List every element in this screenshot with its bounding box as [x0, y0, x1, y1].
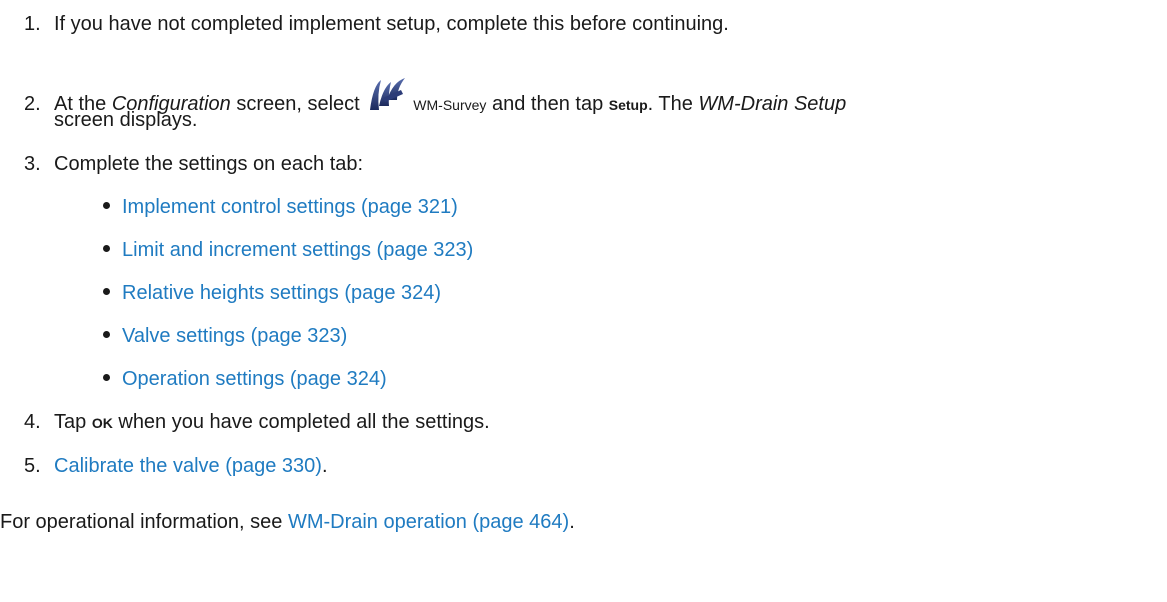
list-item: Operation settings (page 324): [103, 365, 387, 393]
wm-survey-label: WM-Survey: [413, 97, 487, 113]
bullet-dot: [103, 331, 110, 339]
step-number: 5.: [24, 455, 41, 477]
implement-control-settings-link[interactable]: Implement control settings (page 321): [122, 196, 458, 218]
step-text-mid: screen, select: [230, 93, 366, 115]
wm-drain-setup-screen-name: WM-Drain Setup: [698, 93, 847, 115]
relative-heights-settings-link[interactable]: Relative heights settings (page 324): [122, 282, 441, 304]
wm-drain-operation-link[interactable]: WM-Drain operation (page 464): [288, 511, 569, 533]
operation-settings-link[interactable]: Operation settings (page 324): [122, 368, 387, 390]
step-number: 2.: [24, 93, 41, 115]
step-3: 3. Complete the settings on each tab:: [24, 150, 363, 178]
bullet-dot: [103, 245, 110, 253]
step-number: 4.: [24, 411, 41, 433]
list-item: Implement control settings (page 321): [103, 193, 458, 221]
bullet-dot: [103, 202, 110, 210]
step-text-after: . The: [647, 93, 699, 115]
ok-button-label: OK: [91, 415, 113, 431]
step-text: If you have not completed implement setu…: [54, 13, 729, 35]
step-text-post: .: [321, 455, 328, 477]
step-number: 3.: [24, 153, 41, 175]
list-item: Limit and increment settings (page 323): [103, 236, 473, 264]
footer-text-pre: For operational information, see: [0, 511, 288, 533]
setup-button-label: Setup: [608, 97, 648, 113]
step-5: 5. Calibrate the valve (page 330).: [24, 452, 328, 480]
wm-survey-app-icon: [367, 76, 409, 116]
step-4: 4. Tap OK when you have completed all the…: [24, 408, 490, 437]
bullet-dot: [103, 374, 110, 382]
calibrate-valve-link[interactable]: Calibrate the valve (page 330): [54, 455, 322, 477]
bullet-dot: [103, 288, 110, 296]
step-text: Complete the settings on each tab:: [54, 153, 364, 175]
footer-text-post: .: [569, 511, 575, 533]
limit-increment-settings-link[interactable]: Limit and increment settings (page 323): [122, 239, 473, 261]
list-item: Relative heights settings (page 324): [103, 279, 441, 307]
step-2-continuation: screen displays.: [54, 109, 198, 131]
step-text-pre: Tap: [54, 411, 92, 433]
step-text-and-tap: and then tap: [486, 93, 609, 115]
valve-settings-link[interactable]: Valve settings (page 323): [122, 325, 347, 347]
list-item: Valve settings (page 323): [103, 322, 347, 350]
operational-info-paragraph: For operational information, see WM-Drai…: [0, 508, 575, 536]
step-text-post: when you have completed all the settings…: [112, 411, 490, 433]
document-body: 1. If you have not completed implement se…: [0, 0, 1167, 602]
step-number: 1.: [24, 13, 41, 35]
step-1: 1. If you have not completed implement se…: [24, 10, 729, 38]
